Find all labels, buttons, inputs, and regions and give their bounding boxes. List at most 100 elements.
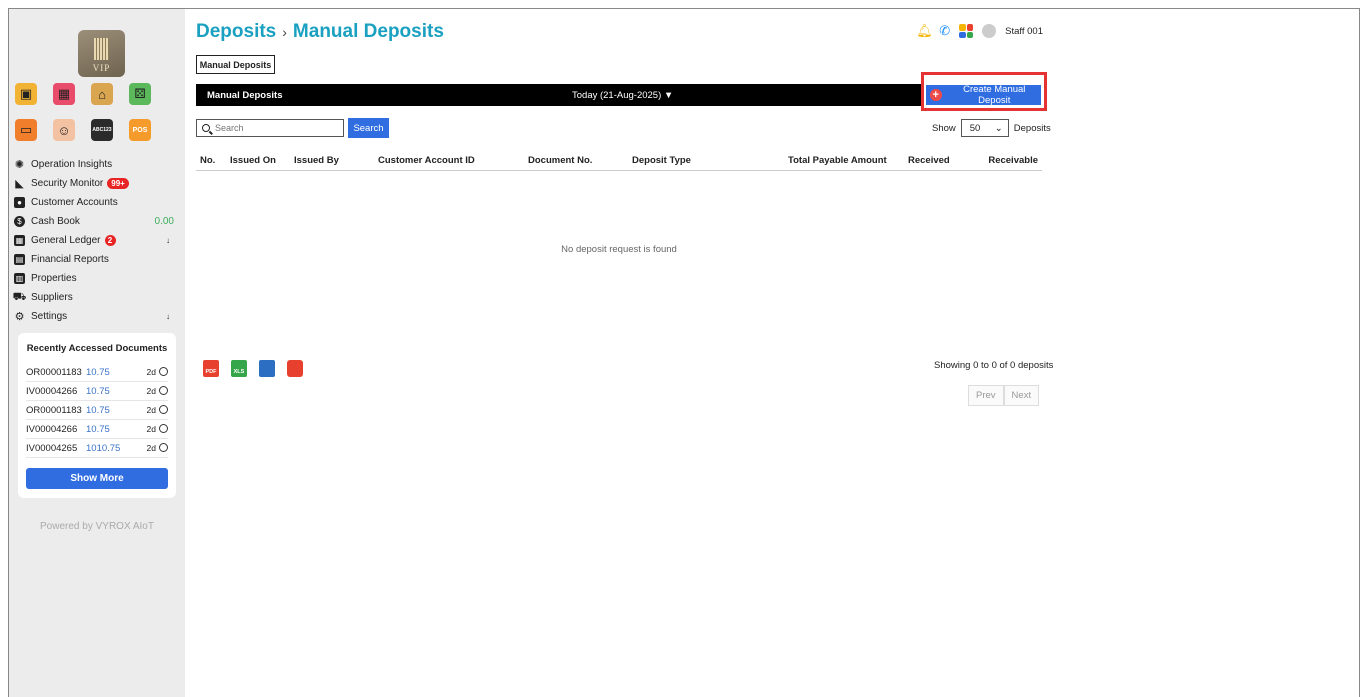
- sidebar-item-label: Suppliers: [31, 292, 73, 303]
- building-icon: [94, 38, 109, 60]
- column-header[interactable]: Customer Account ID: [374, 152, 524, 171]
- sidebar-item-operation-insights[interactable]: ✺ Operation Insights: [14, 155, 178, 174]
- search-box: [196, 119, 344, 137]
- expand-arrow-icon[interactable]: ↓: [166, 312, 170, 321]
- recent-document-row[interactable]: OR00001183 10.75 2d: [26, 363, 168, 382]
- age-text: 2d: [146, 405, 156, 415]
- calendar-icon[interactable]: ▦: [53, 83, 75, 105]
- recent-documents-title: Recently Accessed Documents: [26, 343, 168, 354]
- breadcrumb: Deposits › Manual Deposits: [196, 21, 444, 43]
- column-header[interactable]: No.: [196, 152, 226, 171]
- page-size-select[interactable]: 50 ⌄: [960, 119, 1009, 137]
- app-icon-row-2: ▭ ☺ ABC123 POS: [15, 119, 151, 141]
- report-icon: ▤: [14, 254, 25, 265]
- export-options-icon[interactable]: [287, 360, 303, 377]
- age-text: 2d: [146, 386, 156, 396]
- building-icon: ▥: [14, 273, 25, 284]
- document-amount[interactable]: 10.75: [86, 424, 141, 435]
- show-more-button[interactable]: Show More: [26, 468, 168, 489]
- sidebar-item-label: Settings: [31, 311, 68, 322]
- dice-icon[interactable]: ⚄: [129, 83, 151, 105]
- clock-icon: [159, 367, 168, 376]
- recent-document-row[interactable]: IV00004265 1010.75 2d: [26, 439, 168, 458]
- document-number: OR00001183: [26, 404, 82, 416]
- sidebar-item-general-ledger[interactable]: ▦ General Ledger 2 ↓: [14, 231, 178, 250]
- document-amount[interactable]: 10.75: [86, 405, 141, 416]
- column-header[interactable]: Receivable: [974, 152, 1042, 171]
- pdf-export-icon[interactable]: PDF: [203, 360, 219, 377]
- column-header[interactable]: Issued By: [290, 152, 374, 171]
- recent-document-row[interactable]: OR00001183 10.75 2d: [26, 401, 168, 420]
- window-frame: [8, 8, 1360, 697]
- pos-icon[interactable]: POS: [129, 119, 151, 141]
- export-toolbar: PDF XLS: [203, 360, 303, 377]
- column-header[interactable]: Document No.: [524, 152, 628, 171]
- abc-icon[interactable]: ABC123: [91, 119, 113, 141]
- phone-icon[interactable]: ✆: [939, 23, 950, 39]
- column-header[interactable]: Received: [904, 152, 974, 171]
- header-toolbar: 🔔︎ ✆ Staff 001: [916, 23, 1043, 39]
- empty-state-message: No deposit request is found: [561, 244, 677, 255]
- document-age: 2d: [141, 367, 168, 377]
- page-size-control: Show 50 ⌄ Deposits: [932, 119, 1051, 137]
- sidebar-item-settings[interactable]: ⚙ Settings ↓: [14, 307, 178, 326]
- printer-icon[interactable]: [259, 360, 275, 377]
- sidebar-item-cash-book[interactable]: $ Cash Book 0.00: [14, 212, 178, 231]
- sidebar-item-label: Operation Insights: [31, 159, 113, 170]
- sidebar-item-properties[interactable]: ▥ Properties: [14, 269, 178, 288]
- app-icon-row-1: ▣ ▦ ⌂ ⚄: [15, 83, 151, 105]
- apps-grid-icon[interactable]: [959, 24, 974, 38]
- logo-text: VIP: [92, 63, 111, 73]
- document-amount[interactable]: 1010.75: [86, 443, 141, 454]
- prev-page-button[interactable]: Prev: [968, 385, 1004, 406]
- user-card-icon: ●: [14, 197, 25, 208]
- vip-logo[interactable]: VIP: [78, 30, 125, 77]
- document-amount[interactable]: 10.75: [86, 367, 141, 378]
- sidebar-item-security-monitor[interactable]: ◣ Security Monitor 99+: [14, 174, 178, 193]
- sidebar-item-financial-reports[interactable]: ▤ Financial Reports: [14, 250, 178, 269]
- column-header[interactable]: Total Payable Amount: [784, 152, 904, 171]
- age-text: 2d: [146, 367, 156, 377]
- column-header[interactable]: Deposit Type: [628, 152, 784, 171]
- clock-icon: [159, 386, 168, 395]
- chevron-down-icon: ⌄: [994, 122, 1003, 134]
- expand-arrow-icon[interactable]: ↓: [166, 236, 170, 245]
- date-filter-dropdown[interactable]: Today (21-Aug-2025) ▼: [572, 90, 673, 101]
- table-header-row: No. Issued On Issued By Customer Account…: [196, 152, 1042, 171]
- tab-manual-deposits[interactable]: Manual Deposits: [196, 55, 275, 74]
- next-page-button[interactable]: Next: [1003, 385, 1040, 406]
- recent-document-row[interactable]: IV00004266 10.75 2d: [26, 382, 168, 401]
- lightbulb-icon: ✺: [14, 159, 25, 171]
- avatar[interactable]: [982, 24, 997, 38]
- document-number: IV00004265: [26, 442, 78, 454]
- search-button[interactable]: Search: [348, 118, 389, 138]
- document-age: 2d: [141, 424, 168, 434]
- cctv-icon: ◣: [15, 178, 24, 190]
- sidebar-item-label: Security Monitor: [31, 178, 104, 189]
- page-size-value: 50: [969, 122, 981, 134]
- create-manual-deposit-button[interactable]: + Create Manual Deposit: [926, 84, 1041, 106]
- kiosk-icon[interactable]: ▣: [15, 83, 37, 105]
- user-name[interactable]: Staff 001: [1005, 26, 1043, 37]
- dollar-icon: $: [14, 216, 25, 227]
- bell-icon[interactable]: 🔔︎: [916, 24, 933, 38]
- document-amount[interactable]: 10.75: [86, 386, 141, 397]
- filter-bar-label: Manual Deposits: [207, 90, 283, 101]
- page-title: Manual Deposits: [292, 21, 444, 42]
- ledger-icon: ▦: [14, 235, 25, 246]
- card-icon[interactable]: ▭: [15, 119, 37, 141]
- sidebar-item-label: Customer Accounts: [31, 197, 118, 208]
- sidebar-item-suppliers[interactable]: ⛟ Suppliers: [12, 288, 178, 307]
- recent-document-row[interactable]: IV00004266 10.75 2d: [26, 420, 168, 439]
- excel-export-icon[interactable]: XLS: [231, 360, 247, 377]
- gear-icon: ⚙: [14, 311, 25, 323]
- truck-icon: ⛟: [12, 290, 27, 303]
- breadcrumb-parent[interactable]: Deposits: [196, 21, 276, 42]
- alert-count-badge: 99+: [107, 178, 129, 189]
- column-header[interactable]: Issued On: [226, 152, 290, 171]
- face-scan-icon[interactable]: ☺: [53, 119, 75, 141]
- sidebar-item-customer-accounts[interactable]: ● Customer Accounts: [14, 193, 178, 212]
- bank-icon[interactable]: ⌂: [91, 83, 113, 105]
- search-input[interactable]: [215, 123, 335, 133]
- plus-icon: +: [930, 89, 942, 101]
